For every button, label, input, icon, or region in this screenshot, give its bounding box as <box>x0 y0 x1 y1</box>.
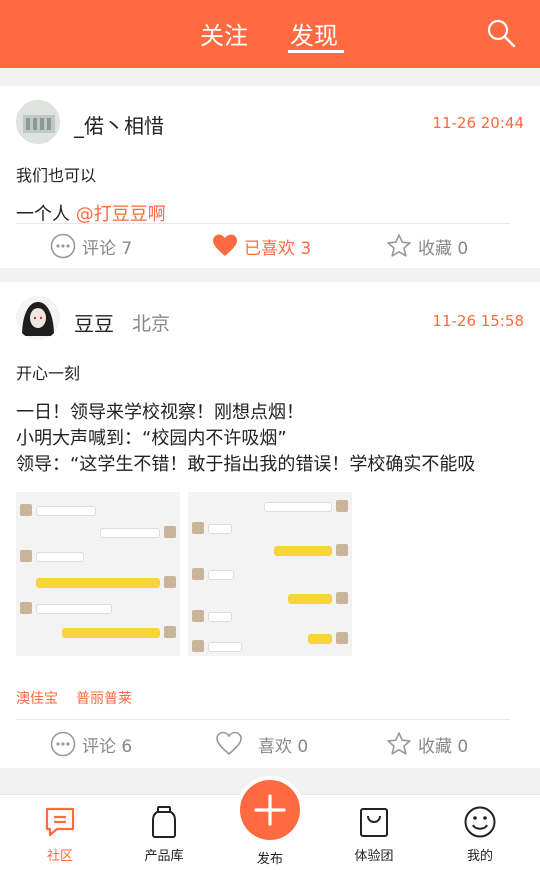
nav-label: 产品库 <box>144 849 184 864</box>
nav-products[interactable]: 产品库 <box>124 805 204 864</box>
search-icon[interactable] <box>486 18 516 48</box>
mention-link[interactable]: @打豆豆啊 <box>76 204 166 225</box>
nav-label: 社区 <box>46 849 73 864</box>
post-text: 开心一刻 <box>16 364 81 383</box>
nav-label: 我的 <box>466 849 493 864</box>
post-image[interactable] <box>16 492 180 656</box>
post-text: 我们也可以 <box>16 166 97 185</box>
publish-button[interactable] <box>240 780 300 840</box>
shopping-bag-icon <box>360 808 388 837</box>
like-count: 喜欢 0 <box>258 736 309 757</box>
comment-button[interactable]: 评论 7 <box>50 233 132 259</box>
tab-discover[interactable]: 发现 <box>290 16 338 51</box>
product-tag[interactable]: 澳佳宝 <box>16 688 58 708</box>
favorite-count: 收藏 0 <box>418 238 469 259</box>
heart-filled-icon <box>213 234 237 256</box>
heart-outline-icon <box>216 731 242 756</box>
divider <box>16 223 510 224</box>
post-text: 一日！领导来学校视察！刚想点烟！ <box>16 402 304 423</box>
smiley-icon <box>464 806 496 838</box>
star-icon <box>387 732 411 755</box>
avatar[interactable] <box>16 296 60 340</box>
top-header: 关注 发现 <box>0 0 540 68</box>
tab-follow[interactable]: 关注 <box>200 16 248 51</box>
nav-label: 体验团 <box>354 849 394 864</box>
publish-label: 发布 <box>256 852 283 867</box>
post-card: _偌丶相惜 11-26 20:44 我们也可以 一个人 @打豆豆啊 评论 7 已… <box>0 86 540 268</box>
product-tag[interactable]: 普丽普莱 <box>76 688 132 708</box>
comment-button[interactable]: 评论 6 <box>50 731 132 757</box>
star-icon <box>387 234 411 257</box>
post-text: 小明大声喊到：“校园内不许吸烟” <box>16 428 287 449</box>
comment-icon <box>50 233 76 259</box>
username[interactable]: 豆豆 <box>74 308 114 337</box>
favorite-count: 收藏 0 <box>418 736 469 757</box>
post-text-prefix: 一个人 <box>16 204 76 225</box>
divider <box>16 719 510 720</box>
like-count: 已喜欢 3 <box>244 238 312 259</box>
like-button[interactable]: 喜欢 0 <box>216 731 308 757</box>
favorite-button[interactable]: 收藏 0 <box>386 731 468 757</box>
bottle-icon <box>152 806 176 838</box>
post-timestamp: 11-26 20:44 <box>432 114 524 132</box>
active-tab-indicator <box>288 50 344 53</box>
location: 北京 <box>132 313 171 335</box>
post-card: 豆豆 北京 11-26 15:58 开心一刻 一日！领导来学校视察！刚想点烟！ … <box>0 282 540 768</box>
favorite-button[interactable]: 收藏 0 <box>386 233 468 259</box>
nav-mine[interactable]: 我的 <box>440 805 520 864</box>
like-button[interactable]: 已喜欢 3 <box>212 233 311 259</box>
chat-icon <box>45 807 75 837</box>
comment-icon <box>50 731 76 757</box>
post-image[interactable] <box>188 492 352 656</box>
comment-count: 评论 6 <box>82 736 133 757</box>
nav-experience[interactable]: 体验团 <box>334 805 414 864</box>
post-text: 领导：“这学生不错！敢于指出我的错误！学校确实不能吸 <box>16 454 476 475</box>
plus-icon <box>254 794 286 826</box>
comment-count: 评论 7 <box>82 238 133 259</box>
username[interactable]: _偌丶相惜 <box>74 110 164 139</box>
avatar[interactable] <box>16 100 60 144</box>
nav-community[interactable]: 社区 <box>20 805 100 864</box>
post-timestamp: 11-26 15:58 <box>432 312 524 330</box>
